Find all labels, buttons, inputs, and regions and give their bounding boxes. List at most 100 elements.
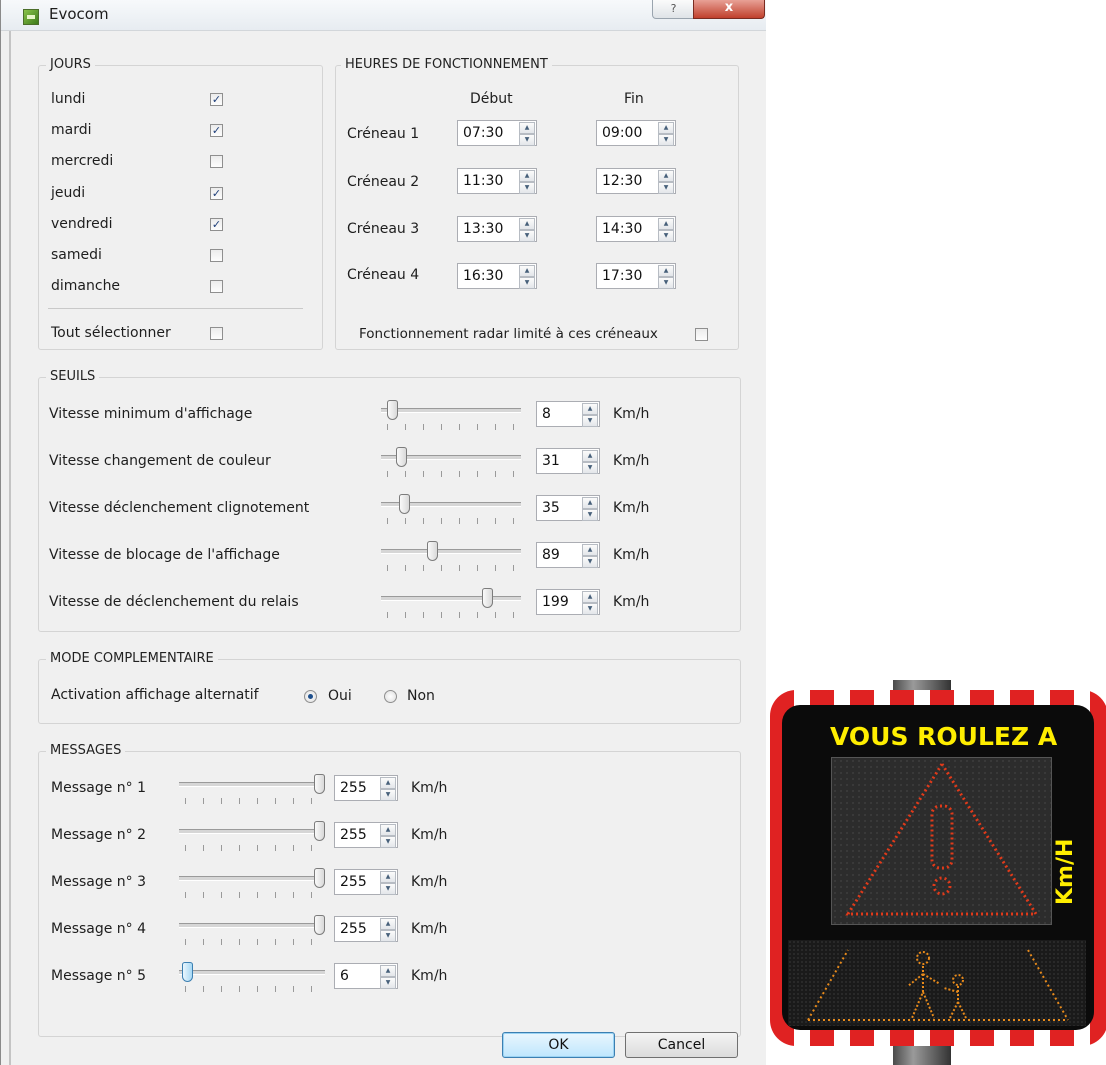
spinbox-arrows-icon[interactable]: ▲ ▼ bbox=[658, 170, 674, 194]
seuil-spinbox[interactable]: 89 ▲ ▼ bbox=[536, 542, 600, 568]
seuil-slider-ticks bbox=[387, 424, 519, 430]
message-slider-track[interactable] bbox=[179, 829, 325, 834]
spinbox-arrows-icon[interactable]: ▲ ▼ bbox=[519, 122, 535, 146]
seuil-spinbox[interactable]: 35 ▲ ▼ bbox=[536, 495, 600, 521]
day-checkbox-lundi[interactable]: ✓ bbox=[210, 93, 223, 106]
spinbox-arrows-icon[interactable]: ▲ ▼ bbox=[658, 122, 674, 146]
message-label: Message n° 4 bbox=[51, 921, 147, 937]
message-slider-thumb[interactable] bbox=[314, 868, 325, 888]
spinbox-arrows-icon[interactable]: ▲ ▼ bbox=[658, 265, 674, 289]
spinbox-arrows-icon[interactable]: ▲ ▼ bbox=[380, 918, 396, 942]
spinbox-arrows-icon[interactable]: ▲ ▼ bbox=[582, 497, 598, 521]
message-slider-thumb[interactable] bbox=[182, 962, 193, 982]
slot-3-end-spinbox[interactable]: 14:30 ▲ ▼ bbox=[596, 216, 676, 242]
spinbox-value: 12:30 bbox=[602, 173, 643, 189]
seuil-label: Vitesse changement de couleur bbox=[49, 453, 271, 469]
help-button[interactable]: ? bbox=[652, 0, 695, 19]
seuil-slider-thumb[interactable] bbox=[387, 400, 398, 420]
day-checkbox-mardi[interactable]: ✓ bbox=[210, 124, 223, 137]
col-end-header: Fin bbox=[624, 91, 644, 107]
spinbox-value: 31 bbox=[542, 453, 560, 469]
spinbox-arrows-icon[interactable]: ▲ ▼ bbox=[582, 591, 598, 615]
spinbox-value: 11:30 bbox=[463, 173, 504, 189]
seuil-slider-thumb[interactable] bbox=[399, 494, 410, 514]
ok-button[interactable]: OK bbox=[502, 1032, 615, 1058]
sign-led-screen bbox=[831, 757, 1052, 925]
message-spinbox[interactable]: 6 ▲ ▼ bbox=[334, 963, 398, 989]
message-slider-track[interactable] bbox=[179, 876, 325, 881]
message-slider-ticks bbox=[185, 939, 323, 945]
spinbox-value: 199 bbox=[542, 594, 569, 610]
message-slider-thumb[interactable] bbox=[314, 774, 325, 794]
day-checkbox-samedi[interactable] bbox=[210, 249, 223, 262]
spinbox-arrows-icon[interactable]: ▲ ▼ bbox=[582, 544, 598, 568]
spinbox-arrows-icon[interactable]: ▲ ▼ bbox=[380, 777, 396, 801]
message-slider-thumb[interactable] bbox=[314, 915, 325, 935]
seuil-slider-track[interactable] bbox=[381, 596, 521, 601]
seuil-slider-ticks bbox=[387, 612, 519, 618]
slot-1-start-spinbox[interactable]: 07:30 ▲ ▼ bbox=[457, 120, 537, 146]
spinbox-arrows-icon[interactable]: ▲ ▼ bbox=[519, 170, 535, 194]
slot-1-end-spinbox[interactable]: 09:00 ▲ ▼ bbox=[596, 120, 676, 146]
seuil-spinbox[interactable]: 31 ▲ ▼ bbox=[536, 448, 600, 474]
mode-label: Activation affichage alternatif bbox=[51, 687, 259, 703]
day-checkbox-mercredi[interactable] bbox=[210, 155, 223, 168]
spinbox-value: 6 bbox=[340, 968, 349, 984]
day-label: mercredi bbox=[51, 153, 114, 169]
message-spinbox[interactable]: 255 ▲ ▼ bbox=[334, 869, 398, 895]
slot-2-start-spinbox[interactable]: 11:30 ▲ ▼ bbox=[457, 168, 537, 194]
message-slider-track[interactable] bbox=[179, 923, 325, 928]
spinbox-arrows-icon[interactable]: ▲ ▼ bbox=[658, 218, 674, 242]
slot-3-start-spinbox[interactable]: 13:30 ▲ ▼ bbox=[457, 216, 537, 242]
seuil-unit: Km/h bbox=[613, 453, 650, 469]
seuil-slider-thumb[interactable] bbox=[396, 447, 407, 467]
slot-4-end-spinbox[interactable]: 17:30 ▲ ▼ bbox=[596, 263, 676, 289]
message-spinbox[interactable]: 255 ▲ ▼ bbox=[334, 822, 398, 848]
message-slider-track[interactable] bbox=[179, 782, 325, 787]
spinbox-arrows-icon[interactable]: ▲ ▼ bbox=[380, 824, 396, 848]
day-label: vendredi bbox=[51, 216, 113, 232]
limit-label: Fonctionnement radar limité à ces crénea… bbox=[359, 326, 658, 342]
message-label: Message n° 2 bbox=[51, 827, 147, 843]
seuil-slider-thumb[interactable] bbox=[482, 588, 493, 608]
slot-2-end-spinbox[interactable]: 12:30 ▲ ▼ bbox=[596, 168, 676, 194]
seuil-spinbox[interactable]: 8 ▲ ▼ bbox=[536, 401, 600, 427]
seuil-spinbox[interactable]: 199 ▲ ▼ bbox=[536, 589, 600, 615]
spinbox-arrows-icon[interactable]: ▲ ▼ bbox=[519, 265, 535, 289]
window-title: Evocom bbox=[49, 5, 109, 23]
seuil-slider-track[interactable] bbox=[381, 408, 521, 413]
seuil-slider-track[interactable] bbox=[381, 549, 521, 554]
close-button[interactable]: x bbox=[693, 0, 765, 19]
title-bar: Evocom ? x bbox=[1, 0, 766, 31]
radio-non-label: Non bbox=[407, 688, 435, 704]
day-checkbox-vendredi[interactable]: ✓ bbox=[210, 218, 223, 231]
slot-4-start-spinbox[interactable]: 16:30 ▲ ▼ bbox=[457, 263, 537, 289]
settings-window: Evocom ? x JOURS lundi ✓ mardi ✓ mercred… bbox=[0, 0, 766, 1065]
day-checkbox-jeudi[interactable]: ✓ bbox=[210, 187, 223, 200]
spinbox-arrows-icon[interactable]: ▲ ▼ bbox=[519, 218, 535, 242]
radio-oui[interactable] bbox=[304, 690, 317, 703]
spinbox-arrows-icon[interactable]: ▲ ▼ bbox=[582, 403, 598, 427]
day-checkbox-dimanche[interactable] bbox=[210, 280, 223, 293]
message-spinbox[interactable]: 255 ▲ ▼ bbox=[334, 775, 398, 801]
spinbox-arrows-icon[interactable]: ▲ ▼ bbox=[380, 871, 396, 895]
cancel-button[interactable]: Cancel bbox=[625, 1032, 738, 1058]
seuil-slider-thumb[interactable] bbox=[427, 541, 438, 561]
spinbox-value: 13:30 bbox=[463, 221, 504, 237]
mode-title: MODE COMPLEMENTAIRE bbox=[46, 651, 218, 667]
message-slider-track[interactable] bbox=[179, 970, 325, 975]
limit-checkbox[interactable] bbox=[695, 328, 708, 341]
spinbox-arrows-icon[interactable]: ▲ ▼ bbox=[380, 965, 396, 989]
radio-non[interactable] bbox=[384, 690, 397, 703]
message-unit: Km/h bbox=[411, 780, 448, 796]
spinbox-value: 255 bbox=[340, 827, 367, 843]
spinbox-value: 8 bbox=[542, 406, 551, 422]
message-slider-ticks bbox=[185, 845, 323, 851]
spinbox-value: 89 bbox=[542, 547, 560, 563]
message-slider-thumb[interactable] bbox=[314, 821, 325, 841]
jours-title: JOURS bbox=[46, 57, 95, 73]
select-all-checkbox[interactable] bbox=[210, 327, 223, 340]
message-spinbox[interactable]: 255 ▲ ▼ bbox=[334, 916, 398, 942]
spinbox-value: 14:30 bbox=[602, 221, 643, 237]
spinbox-arrows-icon[interactable]: ▲ ▼ bbox=[582, 450, 598, 474]
